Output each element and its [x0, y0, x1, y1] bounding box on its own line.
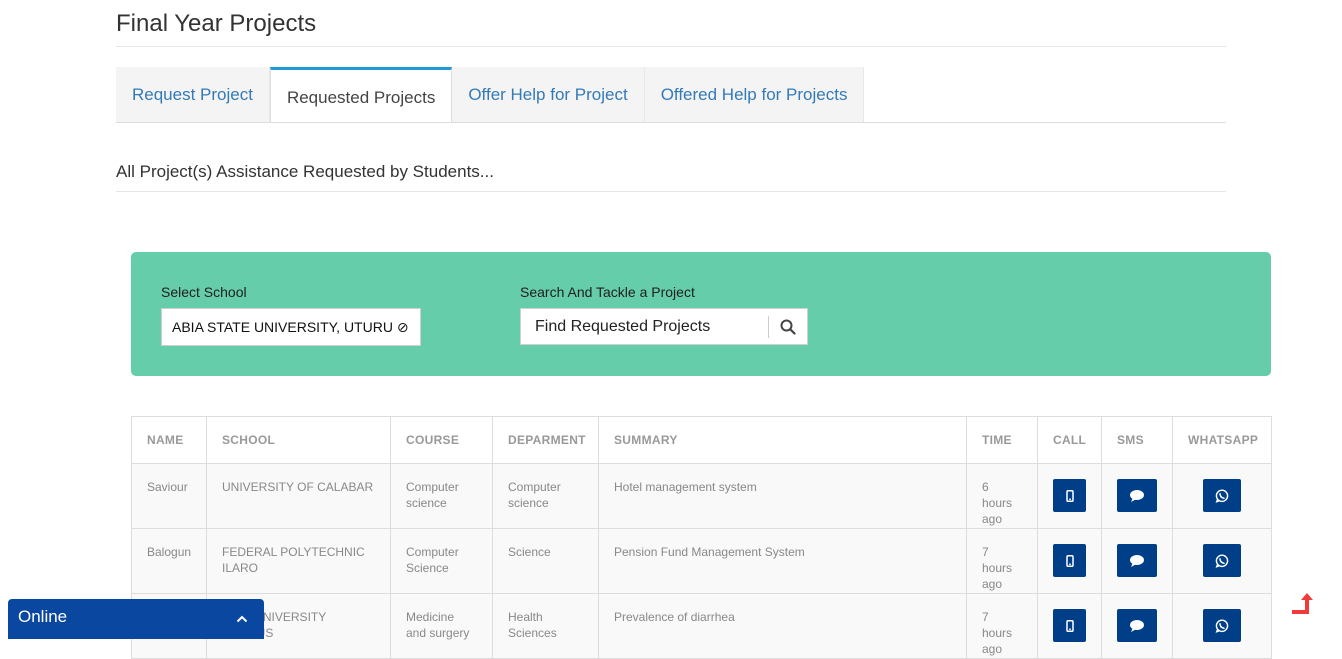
- chat-bubble-icon: [1130, 554, 1144, 567]
- scroll-to-top-button[interactable]: [1290, 590, 1316, 623]
- search-icon: [780, 319, 796, 335]
- cell-department: Computer science: [492, 463, 599, 529]
- cell-course: Computer Science: [390, 528, 493, 594]
- mobile-phone-icon: [1065, 619, 1074, 632]
- search-label: Search And Tackle a Project: [520, 284, 695, 300]
- column-header-course: COURSE: [390, 416, 493, 464]
- column-header-sms: SMS: [1101, 416, 1173, 464]
- chevron-up-icon: [236, 615, 248, 623]
- whatsapp-icon: [1215, 489, 1229, 503]
- cell-summary: Pension Fund Management System: [598, 528, 967, 594]
- filter-panel: Select School ABIA STATE UNIVERSITY, UTU…: [131, 252, 1271, 376]
- whatsapp-icon: [1215, 619, 1229, 633]
- chat-status-label: Online: [18, 607, 68, 626]
- search-input[interactable]: [521, 316, 769, 337]
- column-header-department: DEPARMENT: [492, 416, 599, 464]
- table-row: TATE UNIVERSITY CAMPUS Medicine and surg…: [131, 593, 1272, 659]
- scroll-up-arrow-icon: [1292, 593, 1313, 614]
- cell-summary: Prevalence of diarrhea: [598, 593, 967, 659]
- cell-school: UNIVERSITY OF CALABAR: [206, 463, 391, 529]
- tab-offered-help[interactable]: Offered Help for Projects: [644, 67, 865, 122]
- chat-bubble-icon: [1130, 619, 1144, 632]
- table-row: Saviour UNIVERSITY OF CALABAR Computer s…: [131, 463, 1272, 529]
- call-button[interactable]: [1053, 479, 1086, 512]
- section-heading: All Project(s) Assistance Requested by S…: [116, 162, 494, 181]
- cell-sms: [1101, 593, 1173, 659]
- whatsapp-button[interactable]: [1203, 544, 1241, 577]
- mobile-phone-icon: [1065, 554, 1074, 567]
- column-header-call: CALL: [1037, 416, 1102, 464]
- cell-call: [1037, 528, 1102, 594]
- title-divider: [116, 46, 1226, 47]
- cell-school: FEDERAL POLYTECHNIC ILARO: [206, 528, 391, 594]
- column-header-name: NAME: [131, 416, 207, 464]
- search-button[interactable]: [769, 309, 807, 344]
- mobile-phone-icon: [1065, 489, 1074, 502]
- call-button[interactable]: [1053, 544, 1086, 577]
- cell-whatsapp: [1172, 593, 1272, 659]
- section-divider: [116, 191, 1226, 192]
- sms-button[interactable]: [1117, 544, 1157, 577]
- table-header-row: NAME SCHOOL COURSE DEPARMENT SUMMARY TIM…: [131, 416, 1272, 464]
- whatsapp-icon: [1215, 554, 1229, 568]
- call-button[interactable]: [1053, 609, 1086, 642]
- tab-request-project[interactable]: Request Project: [116, 67, 270, 122]
- cell-call: [1037, 593, 1102, 659]
- column-header-school: SCHOOL: [206, 416, 391, 464]
- cell-call: [1037, 463, 1102, 529]
- cell-name: Saviour: [131, 463, 207, 529]
- cell-time: 7 hours ago: [966, 593, 1038, 659]
- tab-bar: Request Project Requested Projects Offer…: [116, 67, 865, 123]
- projects-table: NAME SCHOOL COURSE DEPARMENT SUMMARY TIM…: [131, 416, 1272, 659]
- online-chat-bar[interactable]: Online: [8, 599, 264, 639]
- school-label: Select School: [161, 284, 247, 300]
- tab-offer-help[interactable]: Offer Help for Project: [452, 67, 645, 122]
- tabs-divider: [116, 122, 1226, 123]
- cell-course: Medicine and surgery: [390, 593, 493, 659]
- column-header-whatsapp: WHATSAPP: [1172, 416, 1272, 464]
- cell-summary: Hotel management system: [598, 463, 967, 529]
- cell-course: Computer science: [390, 463, 493, 529]
- cell-time: 7 hours ago: [966, 528, 1038, 594]
- cell-time: 6 hours ago: [966, 463, 1038, 529]
- cell-department: Health Sciences: [492, 593, 599, 659]
- table-row: Balogun FEDERAL POLYTECHNIC ILARO Comput…: [131, 528, 1272, 594]
- cell-name: Balogun: [131, 528, 207, 594]
- sms-button[interactable]: [1117, 609, 1157, 642]
- sms-button[interactable]: [1117, 479, 1157, 512]
- whatsapp-button[interactable]: [1203, 609, 1241, 642]
- whatsapp-button[interactable]: [1203, 479, 1241, 512]
- cell-department: Science: [492, 528, 599, 594]
- search-box: [520, 308, 808, 345]
- school-select[interactable]: ABIA STATE UNIVERSITY, UTURU ⊘: [161, 308, 421, 346]
- cell-sms: [1101, 528, 1173, 594]
- tab-requested-projects[interactable]: Requested Projects: [269, 67, 453, 123]
- cell-whatsapp: [1172, 463, 1272, 529]
- cell-whatsapp: [1172, 528, 1272, 594]
- chat-bubble-icon: [1130, 489, 1144, 502]
- column-header-time: TIME: [966, 416, 1038, 464]
- cell-sms: [1101, 463, 1173, 529]
- page-title: Final Year Projects: [116, 10, 317, 37]
- column-header-summary: SUMMARY: [598, 416, 967, 464]
